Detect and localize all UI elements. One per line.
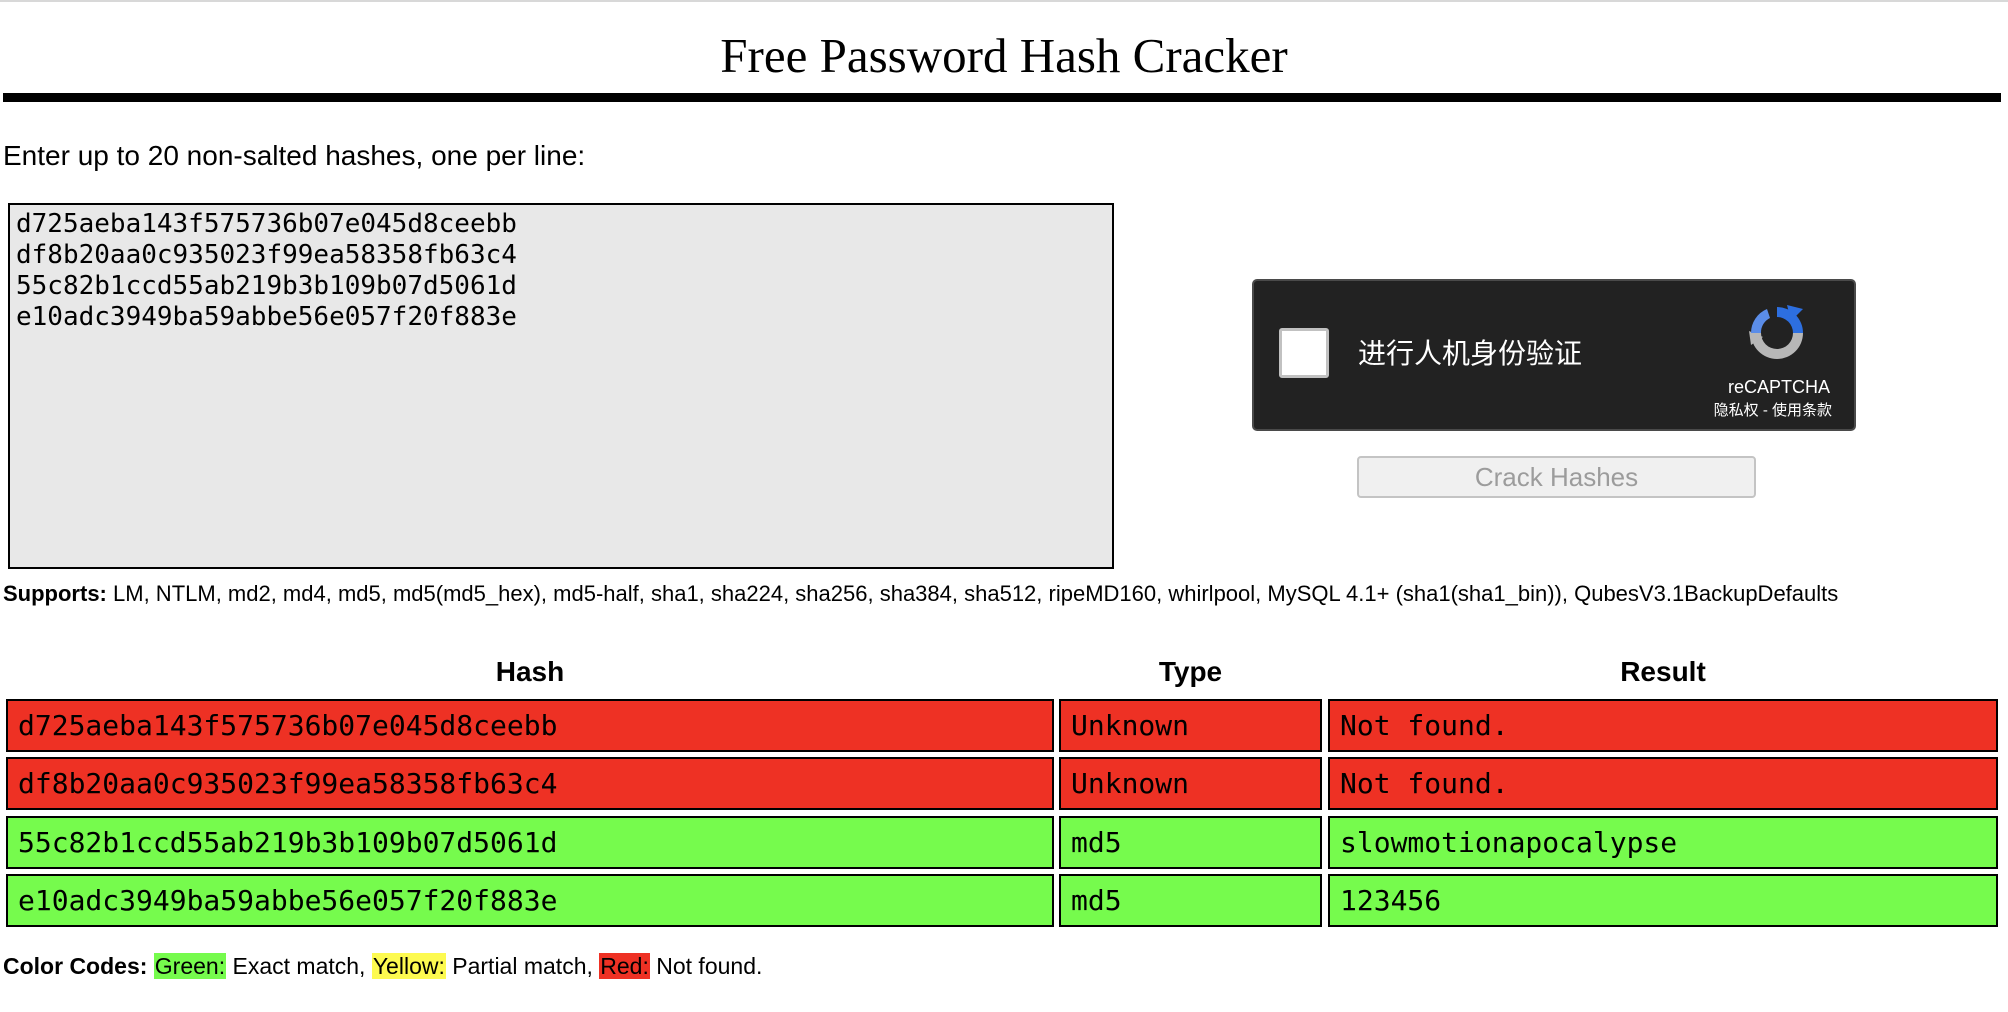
page-title: Free Password Hash Cracker (720, 28, 1288, 83)
recaptcha-widget: 进行人机身份验证 reCAPTCHA 隐私权 - 使用条款 (1252, 279, 1856, 431)
result-hash-cell: e10adc3949ba59abbe56e057f20f883e (6, 874, 1054, 927)
color-codes-legend: Color Codes: Green: Exact match, Yellow:… (3, 952, 762, 980)
column-header-type: Type (1158, 656, 1223, 687)
result-value-cell: Not found. (1328, 757, 1998, 810)
legend-red-swatch: Red: (599, 953, 650, 979)
captcha-label: 进行人机身份验证 (1358, 338, 1583, 369)
supports-text: Supports: LM, NTLM, md2, md4, md5, md5(m… (3, 581, 1993, 606)
result-value-cell: Not found. (1328, 699, 1998, 752)
legend-label: Color Codes: (3, 953, 148, 979)
legend-red-text: Not found. (649, 953, 763, 979)
hash-input-line: df8b20aa0c935023f99ea58358fb63c4 (16, 240, 517, 270)
supports-label: Supports: (3, 581, 107, 606)
instructions-text: Enter up to 20 non-salted hashes, one pe… (3, 140, 586, 171)
hash-input-textarea[interactable]: d725aeba143f575736b07e045d8ceebb df8b20a… (8, 203, 1114, 569)
result-hash-cell: 55c82b1ccd55ab219b3b109b07d5061d (6, 816, 1054, 869)
result-hash-cell: d725aeba143f575736b07e045d8ceebb (6, 699, 1054, 752)
result-value-cell: slowmotionapocalypse (1328, 816, 1998, 869)
hash-input-line: e10adc3949ba59abbe56e057f20f883e (16, 302, 517, 332)
recaptcha-brand: reCAPTCHA (1727, 377, 1830, 397)
legend-yellow-text: Partial match, (445, 953, 600, 979)
column-header-hash: Hash (495, 656, 565, 687)
result-type-cell: Unknown (1059, 757, 1322, 810)
result-value-cell: 123456 (1328, 874, 1998, 927)
supported-algorithms: LM, NTLM, md2, md4, md5, md5(md5_hex), m… (113, 581, 1839, 606)
recaptcha-logo-icon (1749, 305, 1803, 359)
legend-green-swatch: Green: (153, 953, 227, 979)
title-rule (3, 93, 2001, 102)
captcha-checkbox[interactable] (1279, 328, 1329, 378)
top-border (0, 0, 2008, 2)
column-header-result: Result (1620, 656, 1706, 687)
result-type-cell: md5 (1059, 874, 1322, 927)
legend-green-text: Exact match, (226, 953, 372, 979)
hash-input-line: 55c82b1ccd55ab219b3b109b07d5061d (16, 271, 517, 301)
result-type-cell: Unknown (1059, 699, 1322, 752)
result-hash-cell: df8b20aa0c935023f99ea58358fb63c4 (6, 757, 1054, 810)
recaptcha-privacy-terms-link[interactable]: 隐私权 - 使用条款 (1714, 402, 1832, 420)
result-type-cell: md5 (1059, 816, 1322, 869)
hash-input-line: d725aeba143f575736b07e045d8ceebb (16, 209, 517, 239)
legend-yellow-swatch: Yellow: (371, 953, 446, 979)
crack-hashes-button[interactable]: Crack Hashes (1357, 456, 1756, 498)
